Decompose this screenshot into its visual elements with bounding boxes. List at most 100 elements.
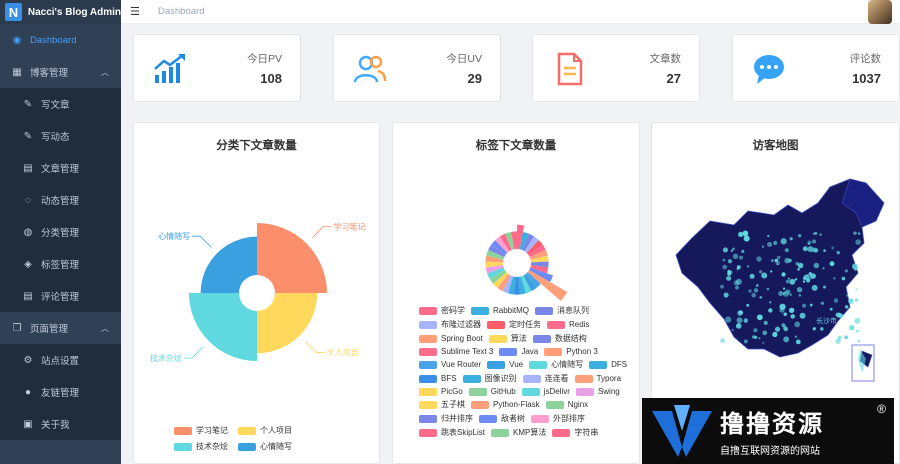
legend-swatch: [479, 414, 497, 423]
map-visitor-dot: [753, 328, 758, 333]
map-visitor-dot: [767, 234, 770, 238]
hamburger-menu-icon[interactable]: ☰: [130, 5, 144, 18]
stat-value: 1037: [852, 71, 881, 86]
tag-legend-item[interactable]: 数据结构: [532, 333, 587, 344]
map-visitor-dot: [722, 264, 728, 270]
stat-card-0[interactable]: 今日PV 108: [133, 34, 301, 102]
map-visitor-dot: [751, 292, 757, 298]
category-rose-chart: 学习笔记个人项目 技术杂烩 心情随写: [150, 222, 366, 364]
tag-legend-item[interactable]: 图像识别: [462, 373, 517, 384]
map-visitor-dot: [797, 268, 800, 271]
tag-legend-item[interactable]: KMP算法: [491, 427, 546, 438]
watermark-subtitle: 自撸互联网资源的网站: [720, 446, 820, 457]
map-visitor-dot: [836, 250, 840, 255]
map-visitor-dot: [854, 298, 859, 302]
map-visitor-dot: [748, 289, 752, 293]
category-legend-item[interactable]: 学习笔记: [174, 425, 228, 436]
tag-legend-item[interactable]: Java: [499, 347, 538, 356]
category-legend-item[interactable]: 技术杂烩: [174, 441, 228, 452]
map-visitor-dot: [773, 240, 778, 246]
tag-legend-item[interactable]: 布隆过滤器: [419, 319, 481, 330]
tag-legend-item[interactable]: GitHub: [468, 387, 516, 396]
map-visitor-dot: [743, 339, 748, 344]
dashboard-icon: ◉: [12, 34, 22, 46]
tag-legend-item[interactable]: 定时任务: [487, 319, 541, 330]
legend-label: 布隆过滤器: [441, 320, 481, 329]
app-logo[interactable]: N Nacci's Blog Admin: [0, 0, 121, 24]
tag-legend-item[interactable]: BFS: [419, 373, 457, 384]
watermark-title: 撸撸资源: [720, 411, 824, 438]
legend-label: 归并排序: [441, 414, 473, 423]
map-visitor-dot: [722, 258, 726, 262]
tag-legend-item[interactable]: 五子棋: [419, 399, 465, 410]
tag-legend-item[interactable]: 消息队列: [535, 305, 589, 316]
category-label-line-0: [311, 226, 332, 239]
legend-swatch: [547, 320, 565, 329]
sidebar-item-11[interactable]: ● 友链管理: [0, 376, 121, 408]
sidebar-item-0[interactable]: ◉ Dashboard: [0, 24, 121, 56]
tag-legend-item[interactable]: 心情随写: [529, 359, 583, 370]
map-visitor-dot: [761, 272, 768, 279]
tag-legend-item[interactable]: Vue Router: [419, 359, 481, 370]
tag-legend-item[interactable]: PicGo: [419, 387, 463, 396]
legend-label: 消息队列: [557, 306, 590, 315]
sidebar-item-2[interactable]: ✎ 写文章: [0, 88, 121, 120]
stat-value: 29: [467, 71, 482, 86]
stat-card-2[interactable]: 文章数 27: [532, 34, 700, 102]
map-visitor-dot: [722, 247, 728, 253]
avatar[interactable]: [868, 0, 892, 24]
sidebar-item-4[interactable]: ▤ 文章管理: [0, 152, 121, 184]
tag-legend-item[interactable]: 外部排序: [531, 413, 585, 424]
tag-legend-item[interactable]: 跳表SkipList: [419, 427, 485, 438]
legend-label: 连连看: [544, 374, 569, 383]
tag-legend-item[interactable]: RabbitMQ: [471, 305, 529, 316]
tag-legend-item[interactable]: 算法: [488, 333, 527, 344]
sidebar-item-10[interactable]: ⚙ 站点设置: [0, 344, 121, 376]
tag-legend-item[interactable]: Spring Boot: [419, 333, 483, 344]
map-visitor-dot: [749, 273, 755, 279]
sidebar-item-8[interactable]: ▤ 评论管理: [0, 280, 121, 312]
map-visitor-dot: [845, 294, 849, 297]
sidebar-item-6[interactable]: ◍ 分类管理: [0, 216, 121, 248]
category-legend-item[interactable]: 个人项目: [238, 425, 292, 436]
sidebar: N Nacci's Blog Admin ◉ Dashboard ▦ 博客管理 ︿ ✎ 写文…: [0, 0, 121, 464]
sidebar-item-5[interactable]: ◌ 动态管理: [0, 184, 121, 216]
tag-legend-item[interactable]: Redis: [547, 319, 589, 330]
tag-legend-item[interactable]: jsDelivr: [521, 387, 570, 396]
category-legend-item[interactable]: 心情随写: [238, 441, 292, 452]
legend-label: 心情随写: [551, 360, 584, 369]
sidebar-item-3[interactable]: ✎ 写动态: [0, 120, 121, 152]
legend-swatch: [545, 400, 564, 409]
tag-legend-item[interactable]: DFS: [589, 359, 627, 370]
legend-label: Nginx: [567, 400, 589, 409]
tag-legend-item[interactable]: Vue: [487, 359, 523, 370]
map-visitor-dot: [811, 284, 818, 291]
tag-legend-item[interactable]: Nginx: [545, 399, 589, 410]
map-visitor-dot: [820, 301, 824, 305]
tag-legend-item[interactable]: Python-Flask: [471, 399, 540, 410]
breadcrumb[interactable]: Dashboard: [158, 6, 204, 17]
map-visitor-dot: [784, 257, 790, 264]
legend-swatch: [419, 400, 437, 409]
legend-label: RabbitMQ: [493, 306, 530, 315]
tag-legend-item[interactable]: 字符串: [552, 427, 598, 438]
tag-legend-item[interactable]: Swing: [575, 387, 620, 396]
sidebar-item-1[interactable]: ▦ 博客管理 ︿: [0, 56, 121, 88]
tag-legend-item[interactable]: 密码学: [419, 305, 465, 316]
map-visitor-dot: [788, 307, 795, 314]
map-visitor-dot: [727, 259, 733, 264]
category-chart-title: 分类下文章数量: [216, 140, 297, 152]
tag-legend-item[interactable]: 敌者树: [479, 413, 525, 424]
tag-legend-item[interactable]: 连连看: [522, 373, 569, 384]
stat-card-3[interactable]: 评论数 1037: [732, 34, 900, 102]
watermark-banner: 撸撸资源 ® 自撸互联网资源的网站: [642, 398, 894, 464]
sidebar-item-12[interactable]: ▣ 关于我: [0, 408, 121, 440]
stat-card-1[interactable]: 今日UV 29: [333, 34, 501, 102]
tag-legend-item[interactable]: Python 3: [544, 347, 598, 356]
sidebar-item-9[interactable]: ❐ 页面管理 ︿: [0, 312, 121, 344]
tag-legend-item[interactable]: Typora: [574, 373, 621, 384]
tag-legend-item[interactable]: Sublime Text 3: [419, 347, 493, 356]
legend-label: Java: [521, 347, 539, 356]
tag-legend-item[interactable]: 归并排序: [419, 413, 473, 424]
sidebar-item-7[interactable]: ◈ 标签管理: [0, 248, 121, 280]
